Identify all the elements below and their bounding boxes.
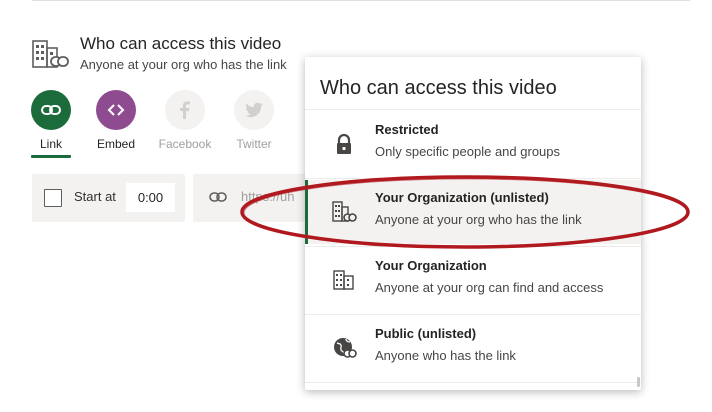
divider xyxy=(305,109,641,110)
option-restricted[interactable]: Restricted Only specific people and grou… xyxy=(305,112,641,176)
building-link-icon xyxy=(32,38,72,70)
start-at-panel: Start at 0:00 xyxy=(32,174,185,222)
share-twitter-label: Twitter xyxy=(236,137,272,151)
access-title: Who can access this video xyxy=(80,34,282,53)
share-url-field[interactable]: https://uh xyxy=(193,174,313,222)
dropdown-title: Who can access this video xyxy=(320,77,557,99)
lock-icon xyxy=(332,132,356,156)
divider xyxy=(305,246,641,247)
building-link-icon xyxy=(332,200,357,224)
twitter-icon xyxy=(234,90,274,130)
option-title: Public (unlisted) xyxy=(375,326,477,341)
embed-code-icon xyxy=(96,90,136,130)
share-embed-label: Embed xyxy=(96,137,136,151)
option-subtitle: Anyone at your org who has the link xyxy=(375,212,582,227)
option-org-unlisted[interactable]: Your Organization (unlisted) Anyone at y… xyxy=(305,180,641,244)
building-icon xyxy=(332,268,356,292)
dropdown-scrollbar[interactable] xyxy=(637,377,640,387)
share-embed-button[interactable]: Embed xyxy=(84,90,148,151)
option-subtitle: Anyone who has the link xyxy=(375,348,516,363)
share-link-label: Link xyxy=(39,137,62,151)
start-at-label: Start at xyxy=(74,189,116,204)
start-at-checkbox[interactable] xyxy=(44,189,62,207)
option-subtitle: Only specific people and groups xyxy=(375,144,561,159)
share-twitter-button[interactable]: Twitter xyxy=(222,90,286,151)
access-dropdown: Who can access this video Restricted Onl… xyxy=(305,57,641,390)
divider xyxy=(305,314,641,315)
top-divider xyxy=(32,0,690,1)
access-subtitle: Anyone at your org who has the link xyxy=(80,57,287,72)
divider xyxy=(305,178,641,179)
option-public-unlisted[interactable]: Public (unlisted) Anyone who has the lin… xyxy=(305,316,641,380)
option-subtitle: Anyone at your org can find and access xyxy=(375,280,604,295)
facebook-icon xyxy=(165,90,205,130)
link-icon xyxy=(31,90,71,130)
share-link-button[interactable]: Link xyxy=(19,90,83,158)
globe-link-icon xyxy=(332,336,357,360)
divider xyxy=(305,382,641,383)
start-time-input[interactable]: 0:00 xyxy=(126,183,175,212)
share-facebook-label: Facebook xyxy=(158,137,212,151)
selected-indicator xyxy=(305,180,308,244)
link-icon xyxy=(209,190,227,209)
option-title: Your Organization (unlisted) xyxy=(375,190,549,205)
share-facebook-button[interactable]: Facebook xyxy=(153,90,217,151)
active-tab-underline xyxy=(31,155,71,158)
option-title: Your Organization xyxy=(375,258,487,273)
option-title: Restricted xyxy=(375,122,439,137)
option-org[interactable]: Your Organization Anyone at your org can… xyxy=(305,248,641,312)
share-url-text: https://uh xyxy=(241,189,295,204)
